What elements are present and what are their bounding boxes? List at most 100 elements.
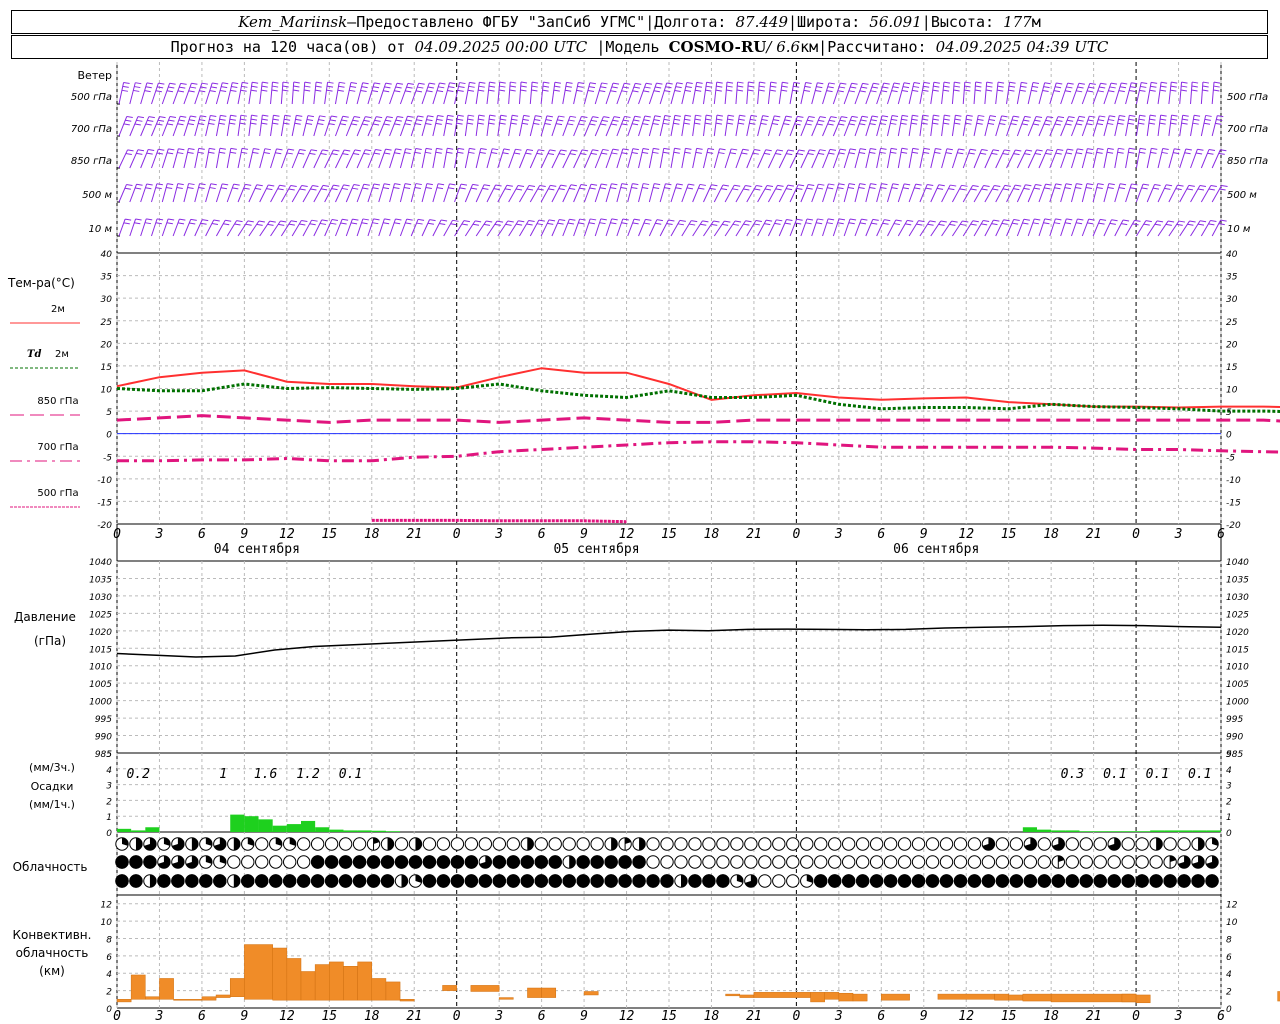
wind-barb [951,148,959,169]
cloud-symbol [800,855,814,869]
wind-barb-feather [373,218,380,221]
wind-barb-feather [166,222,173,225]
wind-barb-feather [1054,222,1061,225]
wind-barb-feather [732,223,739,226]
wind-barb-feather [1020,85,1027,88]
wind-barb [1038,116,1048,137]
wind-barb [843,183,850,203]
wind-barb-feather [394,90,401,93]
wind-barb-feather [349,85,357,88]
wind-barb [627,148,634,169]
wind-barb-feather [509,89,516,92]
wind-barb-feather [1001,115,1008,118]
wind-barb-feather [494,223,501,226]
wind-barb-feather [1141,82,1148,85]
pressure-title: Давление [14,610,76,624]
wind-barb-feather [319,222,327,225]
wind-barb-feather [315,85,322,88]
wind-barb-feather [417,86,424,89]
wind-barb-feather [653,186,660,189]
cloud-symbol [534,837,548,851]
wind-barb-feather [426,90,433,93]
wind-barb-feather [177,222,185,225]
wind-barb [291,220,302,237]
wind-barb [335,149,345,169]
lon-value: 87.449 [735,13,789,31]
wind-barb-feather [230,89,237,92]
wind-barb-feather [742,148,749,151]
cloud-symbol [883,855,898,869]
wind-barb [627,218,635,237]
time-tick-label: 9 [580,527,588,542]
cloud-symbol-fill [213,874,227,888]
wind-barb-feather [457,151,464,154]
precip-bar [258,819,273,832]
wind-level-label: 850 гПа [71,156,112,167]
wind-barb [1092,83,1101,105]
wind-barb [367,116,377,137]
wind-barb-feather [188,148,195,151]
temp-axis-tick: 20 [1226,340,1238,350]
wind-barb-feather [662,122,670,125]
wind-barb-feather [631,186,638,189]
wind-barb-feather [718,152,725,155]
wind-barb [659,183,666,203]
wind-barb-feather [201,82,208,85]
wind-barb-feather [633,86,640,89]
wind-barb [183,83,192,105]
wind-barb [205,115,211,137]
wind-barb-feather [558,153,566,156]
wind-barb-feather [569,115,577,118]
wind-barb-feather [1021,81,1028,84]
wind-barb-feather [1047,116,1054,119]
wind-barb-feather [284,118,291,121]
wind-barb-feather [1139,89,1146,92]
wind-barb-feather [384,183,391,186]
cloud-symbol [716,837,730,851]
cloud-symbol-fill [1191,874,1205,888]
wind-barb-feather [954,81,961,84]
wind-barb [270,185,280,203]
wind-barb-feather [220,187,228,190]
wind-barb-feather [1002,188,1009,191]
wind-barb [897,82,905,105]
wind-barb-feather [439,223,446,226]
wind-barb-feather [882,222,889,225]
wind-barb-feather [1160,114,1167,117]
model-res-unit: км [800,38,819,56]
wind-barb-feather [1210,185,1217,188]
wind-barb-feather [642,186,649,189]
wind-barb-feather [293,89,300,92]
wind-barb-feather [695,114,702,117]
time-tick-label: 12 [279,1009,295,1024]
wind-barb [713,148,721,169]
cloud-symbol-fill [492,855,507,869]
precip-unit-1h: (мм/1ч.) [29,798,75,811]
wind-barb-feather [371,90,379,93]
wind-barb [822,183,829,203]
wind-barb [692,115,696,137]
wind-barb-feather [219,118,226,121]
wind-barb-feather [1086,183,1093,186]
wind-barb-feather [622,148,629,151]
wind-barb-feather [134,86,141,89]
wind-barb-feather [479,151,486,154]
wind-barb-feather [695,151,702,154]
wind-barb-feather [156,218,164,221]
wind-barb-feather [652,122,659,125]
cloud-symbol [758,855,772,869]
wind-barb-feather [774,222,781,225]
wind-barb [226,82,233,105]
wind-barb-feather [827,86,834,89]
wind-barb [410,183,417,203]
wind-barb [529,149,539,169]
wind-barb-feather [221,86,228,89]
wind-barb-feather [932,89,939,92]
cloud-symbol-fill [855,874,870,888]
wind-barb-feather [156,183,163,186]
wind-barb-feather [1166,184,1173,187]
wind-barb-feather [702,220,709,223]
wind-barb [984,149,994,169]
wind-barb-feather [992,149,1000,152]
temp-axis-tick: 15 [1226,363,1238,373]
